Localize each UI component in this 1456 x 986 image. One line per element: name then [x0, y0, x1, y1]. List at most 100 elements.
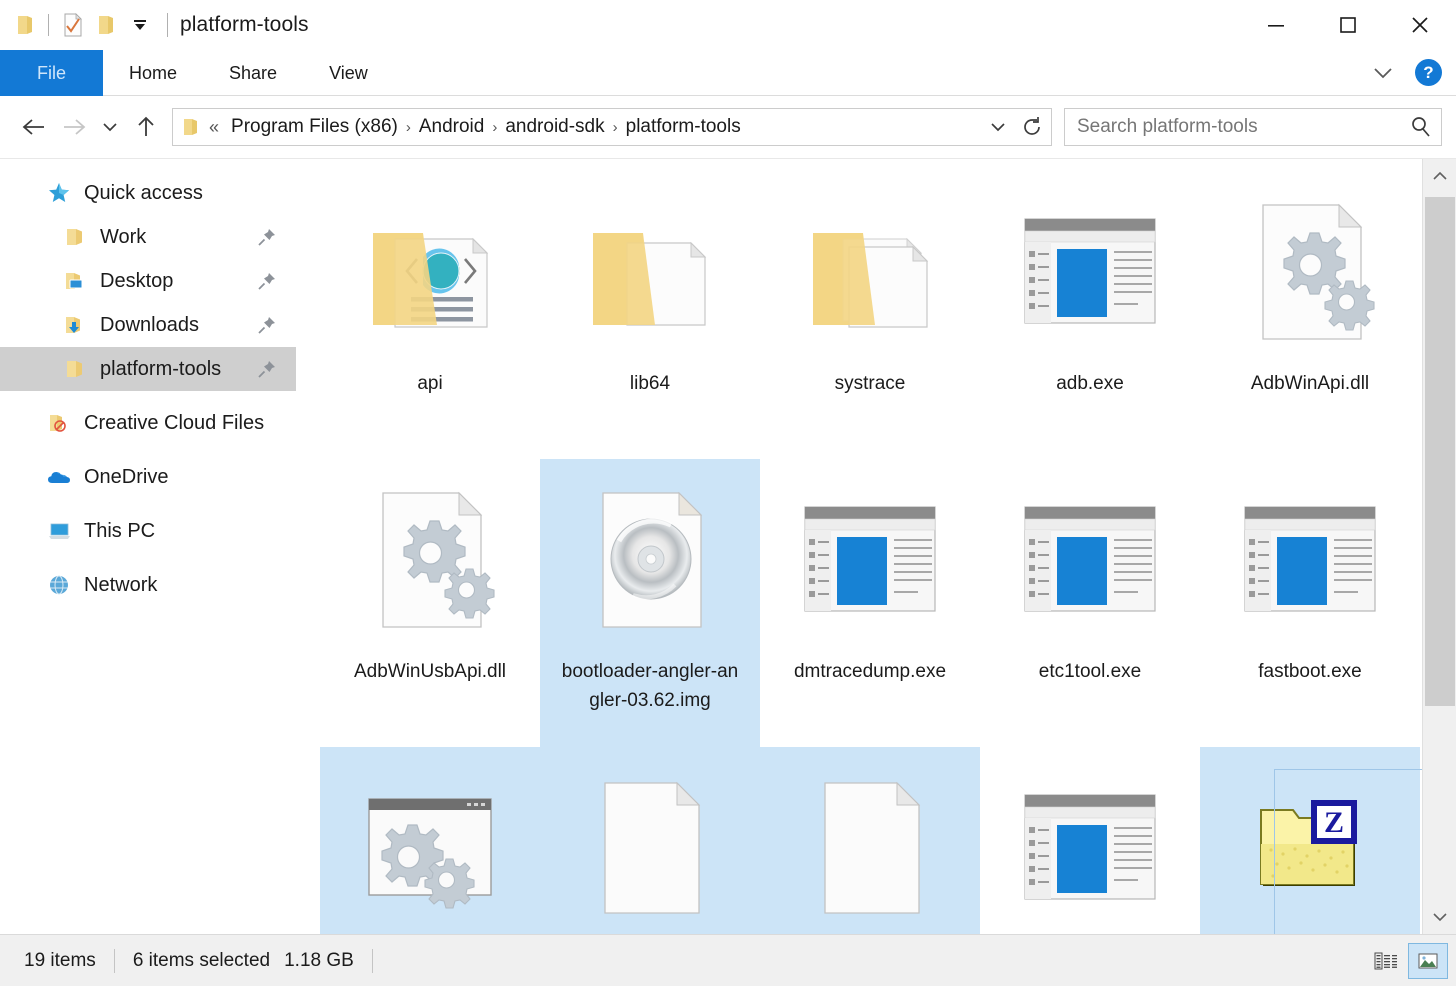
pin-icon[interactable] [254, 271, 280, 291]
ribbon-spacer [394, 50, 1365, 95]
breadcrumb-separator-icon[interactable]: › [404, 119, 413, 136]
minimize-button[interactable] [1240, 0, 1312, 50]
sidebar-item-this-pc[interactable]: This PC [0, 509, 296, 553]
sidebar-item-label: OneDrive [84, 466, 280, 489]
address-field[interactable]: « Program Files (x86) › Android › androi… [172, 108, 1052, 146]
title-separator [167, 13, 168, 37]
up-button[interactable] [126, 107, 166, 147]
file-list-view[interactable]: api lib64 [296, 159, 1456, 934]
sidebar-item-quick-access[interactable]: Quick access [0, 171, 296, 215]
tab-home[interactable]: Home [103, 50, 203, 96]
blank-document-icon [557, 755, 743, 934]
sidebar-item-work[interactable]: Work [0, 215, 296, 259]
file-name: AdbWinUsbApi.dll [337, 657, 523, 686]
breadcrumb: « Program Files (x86) › Android › androi… [201, 114, 981, 140]
properties-icon[interactable] [55, 8, 89, 42]
ribbon-right-controls: ? [1365, 50, 1456, 95]
breadcrumb-item-program-files[interactable]: Program Files (x86) [225, 114, 404, 140]
creative-cloud-icon [42, 411, 76, 435]
previous-locations-chevron-down-icon[interactable] [981, 109, 1015, 145]
file-item[interactable]: etc1tool.exe [980, 459, 1200, 747]
breadcrumb-separator-icon[interactable]: › [611, 119, 620, 136]
scroll-up-arrow-icon[interactable] [1423, 159, 1456, 193]
maximize-button[interactable] [1312, 0, 1384, 50]
file-item[interactable]: AdbWinUsbApi.dll [320, 459, 540, 747]
file-item[interactable]: api [320, 171, 540, 459]
sidebar-item-label: Desktop [100, 270, 254, 293]
scrollbar-thumb[interactable] [1425, 197, 1455, 706]
breadcrumb-item-android[interactable]: Android [413, 114, 491, 140]
file-item[interactable]: fastboot.exe [1200, 459, 1420, 747]
pin-icon[interactable] [254, 359, 280, 379]
refresh-icon[interactable] [1015, 109, 1049, 145]
folder-icon [58, 225, 92, 249]
folder-icon[interactable] [8, 8, 42, 42]
close-button[interactable] [1384, 0, 1456, 50]
new-folder-icon[interactable] [89, 8, 123, 42]
tab-view[interactable]: View [303, 50, 394, 96]
customize-dropdown-icon[interactable] [123, 8, 157, 42]
folder-documents-icon [777, 179, 963, 365]
search-icon[interactable] [1409, 115, 1433, 139]
details-view-button[interactable] [1366, 943, 1406, 979]
help-icon[interactable]: ? [1415, 59, 1442, 86]
sidebar-item-platform-tools[interactable]: platform-tools [0, 347, 296, 391]
navigation-pane: Quick access Work [0, 159, 296, 934]
file-item[interactable]: systrace [760, 171, 980, 459]
vertical-scrollbar[interactable] [1422, 159, 1456, 934]
sidebar-item-label: Work [100, 226, 254, 249]
file-item[interactable]: lib64 [540, 171, 760, 459]
file-name: dmtracedump.exe [777, 657, 963, 686]
search-input[interactable] [1077, 116, 1409, 138]
sidebar-item-network[interactable]: Network [0, 563, 296, 607]
file-item[interactable]: flash-all.bat [320, 747, 540, 934]
quick-access-toolbar [8, 8, 157, 42]
tab-share[interactable]: Share [203, 50, 303, 96]
breadcrumb-item-platform-tools[interactable]: platform-tools [620, 114, 747, 140]
search-box[interactable] [1064, 108, 1442, 146]
folder-web-document-icon [337, 179, 523, 365]
application-icon [777, 467, 963, 653]
file-item[interactable]: flash-base.sh [760, 747, 980, 934]
large-icons-view-button[interactable] [1408, 943, 1448, 979]
file-item[interactable]: hprof-conv.exe [980, 747, 1200, 934]
folder-icon [58, 357, 92, 381]
sidebar-item-label: platform-tools [100, 358, 254, 381]
sidebar-gap [0, 553, 296, 563]
file-item[interactable]: dmtracedump.exe [760, 459, 980, 747]
tab-file[interactable]: File [0, 50, 103, 96]
downloads-folder-icon [58, 313, 92, 337]
breadcrumb-separator-icon[interactable]: › [490, 119, 499, 136]
title-bar: platform-tools [0, 0, 1456, 50]
file-item[interactable]: flash-all.sh [540, 747, 760, 934]
sidebar-item-downloads[interactable]: Downloads [0, 303, 296, 347]
sidebar-item-onedrive[interactable]: OneDrive [0, 455, 296, 499]
expand-ribbon-chevron-down-icon[interactable] [1365, 59, 1401, 87]
file-item[interactable]: Z image-angler-nbd91k.zip [1200, 747, 1420, 934]
explorer-body: Quick access Work [0, 158, 1456, 934]
address-bar: « Program Files (x86) › Android › androi… [0, 96, 1456, 158]
recent-locations-chevron-down-icon[interactable] [94, 107, 126, 147]
back-button[interactable] [14, 107, 54, 147]
sidebar-item-desktop[interactable]: Desktop [0, 259, 296, 303]
application-icon [1217, 467, 1403, 653]
scroll-down-arrow-icon[interactable] [1423, 900, 1456, 934]
status-separator [114, 949, 115, 973]
breadcrumb-item-android-sdk[interactable]: android-sdk [499, 114, 610, 140]
pin-icon[interactable] [254, 227, 280, 247]
dll-gears-icon [1217, 179, 1403, 365]
file-item[interactable]: AdbWinApi.dll [1200, 171, 1420, 459]
forward-button[interactable] [54, 107, 94, 147]
file-item[interactable]: bootloader-angler-angler-03.62.img [540, 459, 760, 747]
sidebar-item-creative-cloud-files[interactable]: Creative Cloud Files [0, 401, 296, 445]
ribbon-tabs: File Home Share View ? [0, 50, 1456, 96]
file-item[interactable]: adb.exe [980, 171, 1200, 459]
sidebar-gap [0, 499, 296, 509]
breadcrumb-root-glyph[interactable]: « [201, 117, 225, 138]
window-title: platform-tools [180, 13, 309, 37]
file-name: fastboot.exe [1217, 657, 1403, 686]
pin-icon[interactable] [254, 315, 280, 335]
sidebar-gap [0, 445, 296, 455]
batch-script-icon [337, 755, 523, 934]
scrollbar-track[interactable] [1423, 193, 1456, 900]
